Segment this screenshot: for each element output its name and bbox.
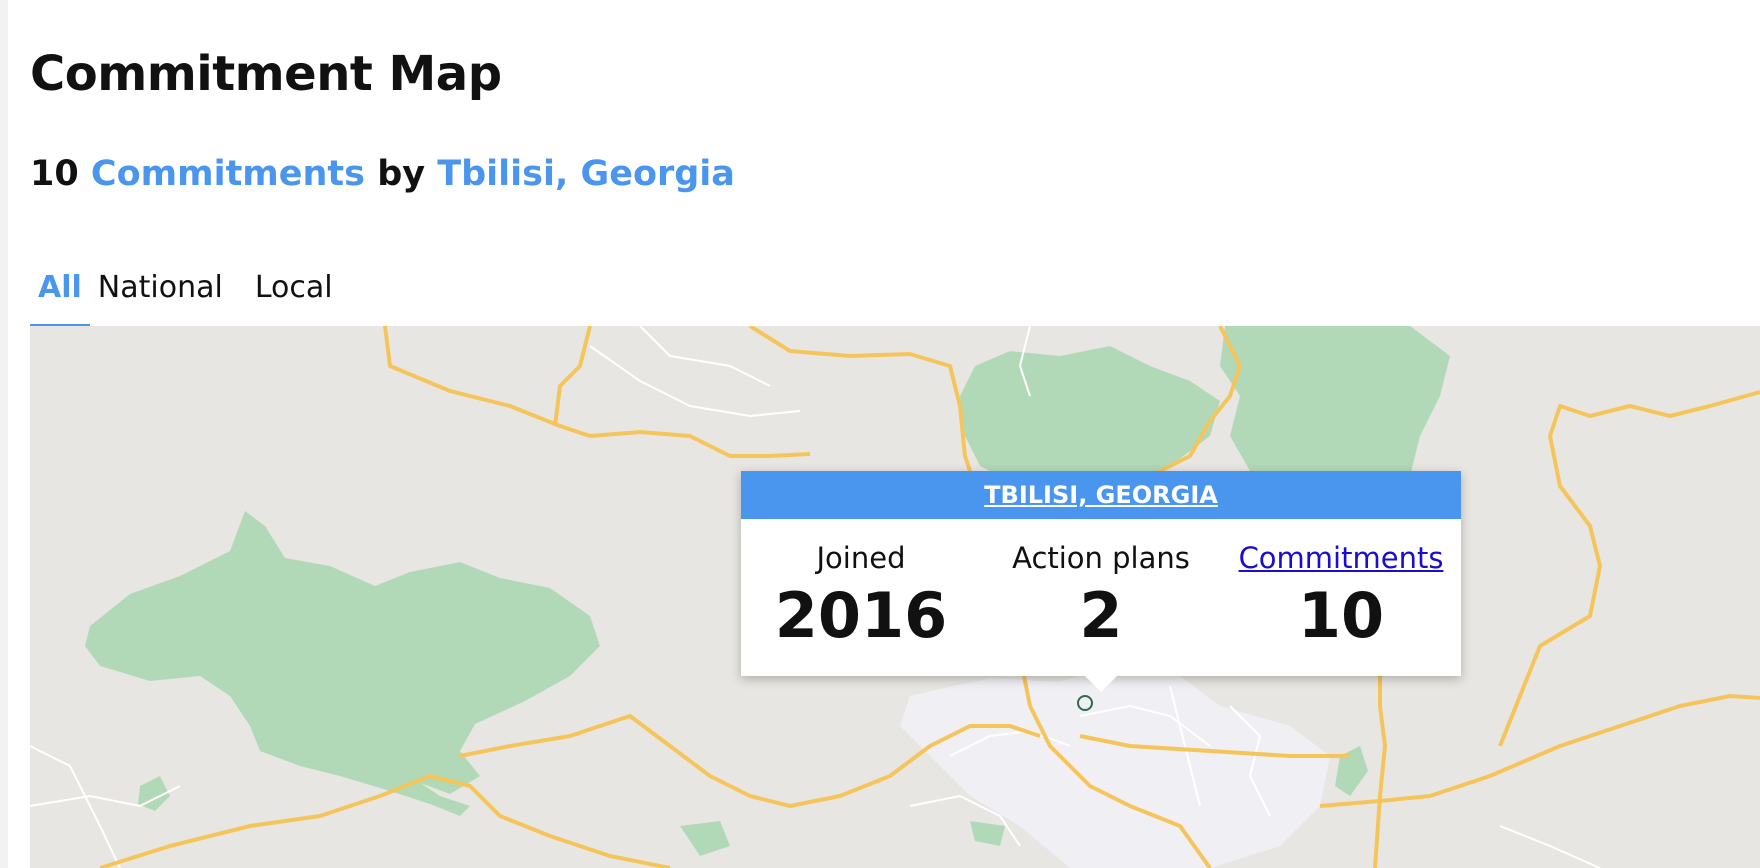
- popup-pointer: [1084, 675, 1118, 692]
- location-popup: TBILISI, GEORGIA Joined 2016 Action plan…: [741, 471, 1461, 676]
- stat-joined: Joined 2016: [741, 519, 981, 676]
- commitment-summary: 10 Commitments by Tbilisi, Georgia: [30, 154, 735, 194]
- popup-location-link[interactable]: TBILISI, GEORGIA: [984, 481, 1218, 509]
- left-gutter: [0, 0, 8, 868]
- stat-label-joined: Joined: [816, 541, 906, 575]
- stat-commitments: Commitments 10: [1221, 519, 1461, 676]
- stat-value-action-plans: 2: [1079, 579, 1123, 652]
- filter-tabs: All National Local: [30, 262, 357, 328]
- by-text: by: [377, 154, 426, 194]
- stat-label-action-plans: Action plans: [1012, 541, 1190, 575]
- commitments-link[interactable]: Commitments: [91, 154, 365, 194]
- popup-stats: Joined 2016 Action plans 2 Commitments 1…: [741, 519, 1461, 676]
- tab-all[interactable]: All: [30, 262, 90, 328]
- commitment-count: 10: [30, 154, 79, 194]
- tab-national[interactable]: National: [90, 262, 231, 324]
- page-title: Commitment Map: [30, 46, 502, 102]
- stat-value-joined: 2016: [774, 579, 948, 652]
- tab-local[interactable]: Local: [247, 262, 341, 324]
- popup-header: TBILISI, GEORGIA: [741, 471, 1461, 519]
- location-link[interactable]: Tbilisi, Georgia: [437, 154, 735, 194]
- stat-label-commitments-link[interactable]: Commitments: [1221, 541, 1461, 575]
- stat-value-commitments: 10: [1297, 579, 1385, 652]
- stat-action-plans: Action plans 2: [981, 519, 1221, 676]
